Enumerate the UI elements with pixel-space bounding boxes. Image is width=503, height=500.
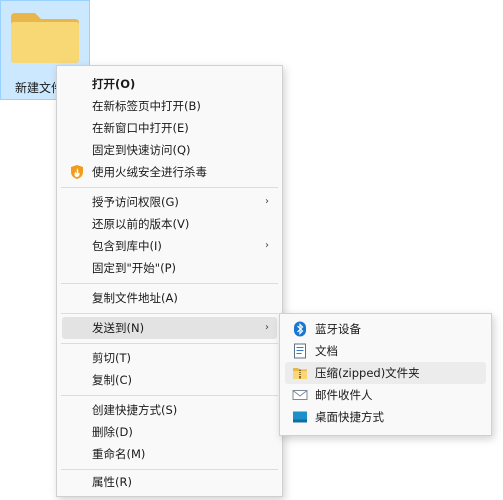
menu-item-grant-access[interactable]: 授予访问权限(G) › (62, 191, 277, 213)
mail-icon (292, 390, 308, 400)
menu-item-label: 邮件收件人 (315, 388, 373, 402)
send-to-mail-recipient[interactable]: 邮件收件人 (285, 384, 486, 406)
menu-item-copy-path[interactable]: 复制文件地址(A) (62, 287, 277, 309)
menu-separator (61, 343, 278, 344)
menu-item-label: 压缩(zipped)文件夹 (315, 366, 420, 380)
menu-item-include-library[interactable]: 包含到库中(I) › (62, 235, 277, 257)
menu-item-label: 桌面快捷方式 (315, 410, 384, 424)
menu-item-label: 还原以前的版本(V) (92, 217, 190, 231)
bluetooth-icon (294, 321, 306, 337)
menu-separator (61, 187, 278, 188)
menu-item-label: 创建快捷方式(S) (92, 403, 178, 417)
menu-item-label: 删除(D) (92, 425, 133, 439)
menu-item-rename[interactable]: 重命名(M) (62, 443, 277, 465)
menu-separator (61, 469, 278, 470)
send-to-desktop-shortcut[interactable]: 桌面快捷方式 (285, 406, 486, 428)
zip-folder-icon (293, 368, 307, 379)
menu-item-send-to[interactable]: 发送到(N) › (62, 317, 277, 339)
menu-item-huorong-scan[interactable]: 使用火绒安全进行杀毒 (62, 161, 277, 183)
menu-item-label: 固定到快速访问(Q) (92, 143, 191, 157)
menu-item-label: 重命名(M) (92, 447, 146, 461)
menu-item-properties[interactable]: 属性(R) (62, 471, 277, 493)
send-to-bluetooth[interactable]: 蓝牙设备 (285, 318, 486, 340)
menu-separator (61, 395, 278, 396)
menu-item-pin-start[interactable]: 固定到"开始"(P) (62, 257, 277, 279)
menu-item-restore-versions[interactable]: 还原以前的版本(V) (62, 213, 277, 235)
chevron-right-icon: › (265, 322, 269, 333)
send-to-submenu: 蓝牙设备 文档 压缩(zipped)文件夹 邮件收件人 桌面快捷方式 (279, 313, 492, 436)
menu-item-open[interactable]: 打开(O) (62, 73, 277, 95)
menu-separator (61, 283, 278, 284)
menu-item-open-new-tab[interactable]: 在新标签页中打开(B) (62, 95, 277, 117)
menu-item-label: 在新标签页中打开(B) (92, 99, 201, 113)
menu-item-label: 打开(O) (92, 77, 136, 91)
chevron-right-icon: › (265, 240, 269, 251)
menu-item-label: 包含到库中(I) (92, 239, 162, 253)
menu-item-label: 使用火绒安全进行杀毒 (92, 165, 207, 179)
menu-item-delete[interactable]: 删除(D) (62, 421, 277, 443)
send-to-documents[interactable]: 文档 (285, 340, 486, 362)
menu-separator (61, 313, 278, 314)
menu-item-cut[interactable]: 剪切(T) (62, 347, 277, 369)
menu-item-label: 在新窗口中打开(E) (92, 121, 189, 135)
menu-item-label: 属性(R) (92, 475, 132, 489)
menu-item-label: 文档 (315, 344, 338, 358)
menu-item-copy[interactable]: 复制(C) (62, 369, 277, 391)
menu-item-pin-quick-access[interactable]: 固定到快速访问(Q) (62, 139, 277, 161)
folder-icon (11, 13, 79, 63)
document-icon (294, 343, 306, 359)
send-to-zip-folder[interactable]: 压缩(zipped)文件夹 (285, 362, 486, 384)
menu-item-label: 剪切(T) (92, 351, 131, 365)
menu-item-label: 授予访问权限(G) (92, 195, 179, 209)
desktop-icon (293, 411, 307, 423)
menu-item-label: 固定到"开始"(P) (92, 261, 176, 275)
chevron-right-icon: › (265, 196, 269, 207)
menu-item-label: 复制(C) (92, 373, 133, 387)
menu-item-create-shortcut[interactable]: 创建快捷方式(S) (62, 399, 277, 421)
menu-item-label: 复制文件地址(A) (92, 291, 178, 305)
menu-item-label: 蓝牙设备 (315, 322, 361, 336)
menu-item-label: 发送到(N) (92, 321, 145, 335)
huorong-shield-icon (71, 165, 83, 179)
context-menu: 打开(O) 在新标签页中打开(B) 在新窗口中打开(E) 固定到快速访问(Q) … (56, 65, 283, 497)
menu-item-open-new-window[interactable]: 在新窗口中打开(E) (62, 117, 277, 139)
